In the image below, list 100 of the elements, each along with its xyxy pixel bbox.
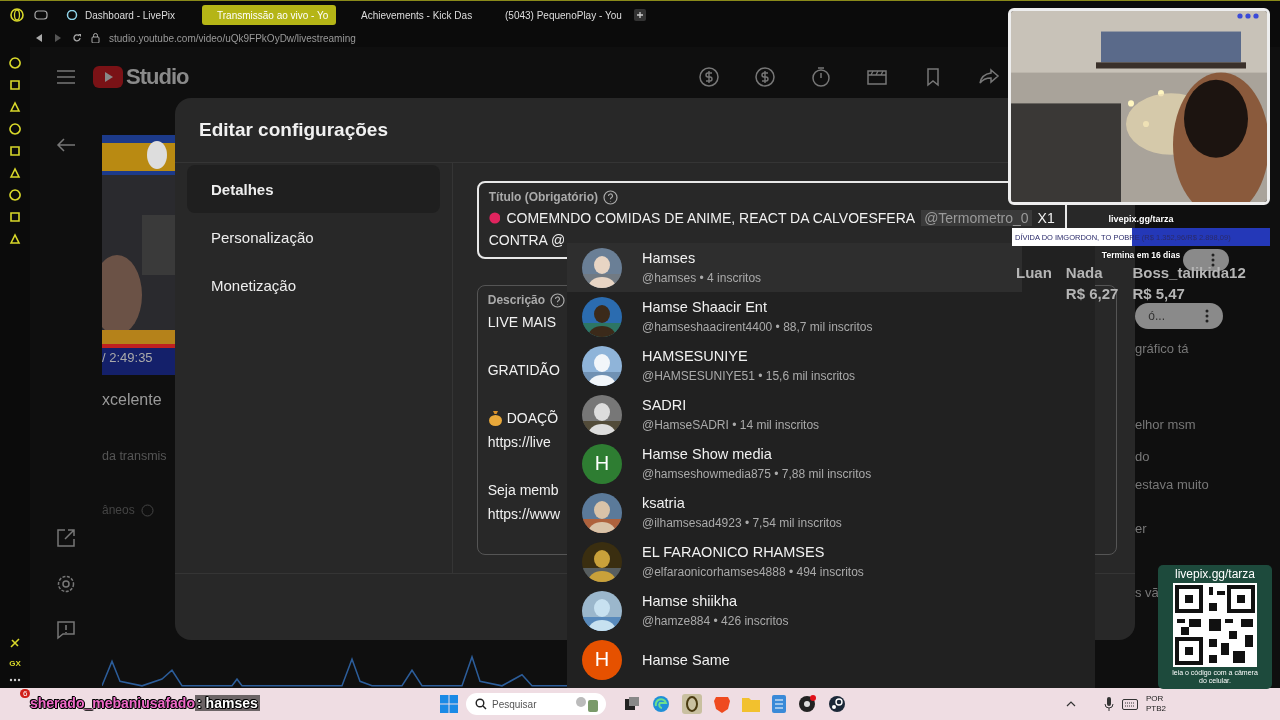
lock-icon <box>91 33 100 43</box>
browser-tab[interactable]: Achievements - Kick Das <box>346 5 480 25</box>
title-text: CONTRA @ <box>488 232 566 248</box>
suggestion-item[interactable]: HAMSESUNIYE @HAMSESUNIYE51 • 15,6 mil inscritos <box>567 341 1022 390</box>
settings-icon[interactable] <box>56 574 76 594</box>
channel-name: SADRI <box>642 397 688 413</box>
money-bag-icon <box>487 410 503 426</box>
suggestion-item[interactable]: EL FARAONICO RHAMSES @elfaraonicorhamses4888 • 494 inscritos <box>567 537 1022 586</box>
recording-app-icon[interactable] <box>798 695 816 713</box>
keyboard-layout-label[interactable]: PTB2 <box>1146 704 1166 714</box>
globe-icon <box>66 10 78 20</box>
suggestion-item[interactable]: Hamse shiikha @hamze884 • 426 inscritos <box>567 586 1022 635</box>
sidebar-app-icon[interactable] <box>9 101 21 113</box>
mention-chip: @Termometro_0 <box>921 210 1032 226</box>
suggestion-item[interactable]: Hamse Shaacir Ent @hamseshaacirent4400 • 88,7 mil inscritos <box>567 292 1022 341</box>
dollar-circle-icon[interactable] <box>754 66 776 88</box>
nav-item[interactable]: Personalização <box>187 213 440 261</box>
external-link-icon[interactable] <box>56 528 76 548</box>
sidebar-app-icon[interactable] <box>9 57 21 69</box>
suggestion-item[interactable]: H Hamse Show media @hamseshowmedia875 • 7,88 mil inscritos <box>567 439 1022 488</box>
section-heading: da transmis <box>102 449 168 463</box>
suggestion-item[interactable]: ksatria @ilhamsesad4923 • 7,54 mil inscritos <box>567 488 1022 537</box>
back-icon[interactable] <box>34 33 44 43</box>
channel-handle: @hamze884 • 426 inscritos <box>642 614 789 628</box>
chat-message: elhor msm <box>1135 417 1197 432</box>
donor-name: Nada <box>1065 263 1104 283</box>
description-text: DOAÇÕ <box>506 410 559 426</box>
back-arrow-icon[interactable] <box>56 137 76 153</box>
channel-name: Hamse Shaacir Ent <box>642 299 768 315</box>
play-logo-icon <box>93 66 123 88</box>
chat-message: s vã <box>1135 585 1160 600</box>
browser-tab[interactable]: Dashboard - LivePix <box>58 5 192 25</box>
kebab-icon[interactable] <box>1211 253 1215 267</box>
channel-name: Hamse shiikha <box>642 593 739 609</box>
reload-icon[interactable] <box>72 33 82 43</box>
chat-message: hamses <box>203 695 260 711</box>
channel-handle: @elfaraonicorhamses4888 • 494 inscritos <box>642 565 864 579</box>
chevron-up-icon[interactable] <box>1066 701 1076 707</box>
channel-handle: @hamses • 4 inscritos <box>642 271 762 285</box>
forward-icon[interactable] <box>53 33 63 43</box>
sidebar-app-icon[interactable] <box>9 211 21 223</box>
description-text: Seja memb <box>487 482 559 498</box>
sidebar-app-icon[interactable] <box>9 167 21 179</box>
sidebar-app-icon[interactable] <box>9 637 21 649</box>
sidebar-app-icon[interactable] <box>9 189 21 201</box>
task-view-icon[interactable] <box>624 696 640 712</box>
browser-tab[interactable]: (5043) PequenoPlay - You <box>490 5 624 25</box>
language-label[interactable]: POR <box>1146 694 1166 704</box>
channel-handle: @HamseSADRI • 14 mil inscritos <box>642 418 820 432</box>
address-bar[interactable]: studio.youtube.com/video/uQk9FPkOyDw/livestreaming <box>109 32 356 44</box>
search-field[interactable]: Pesquisar <box>466 693 606 715</box>
microphone-icon[interactable] <box>1104 697 1114 711</box>
search-icon <box>475 698 487 710</box>
channel-name: ksatria <box>642 495 686 511</box>
windows-start-icon[interactable] <box>440 695 458 713</box>
suggestion-item[interactable]: H Hamse Same <box>567 635 1022 684</box>
qr-site: livepix.gg/tarza <box>1174 567 1255 581</box>
donor-amount: R$ 5,47 <box>1132 284 1186 304</box>
chat-chip[interactable]: ó... <box>1135 303 1223 329</box>
sidebar-app-icon[interactable] <box>9 79 21 91</box>
description-text: LIVE MAIS <box>487 314 557 330</box>
sidebar-app-icon[interactable] <box>9 145 21 157</box>
feedback-icon[interactable] <box>56 620 76 640</box>
channel-handle: @hamseshowmedia875 • 7,88 mil inscritos <box>642 467 872 481</box>
description-text: https://www <box>487 506 561 522</box>
field-label: Descrição <box>487 293 546 307</box>
browser-logo-icon[interactable] <box>682 694 702 714</box>
field-label: Título (Obrigatório) <box>488 190 599 204</box>
nav-item[interactable]: Monetização <box>187 261 440 309</box>
browser-logo-icon[interactable] <box>10 8 24 22</box>
title-text: X1 <box>1037 210 1055 226</box>
description-text: https://live <box>487 434 551 450</box>
suggestion-item[interactable]: SADRI @HamseSADRI • 14 mil inscritos <box>567 390 1022 439</box>
gx-label[interactable]: GX <box>9 659 21 668</box>
goal-site: livepix.gg/tarza <box>1108 214 1174 224</box>
channel-name: HAMSESUNIYE <box>642 348 749 364</box>
avatar: H <box>582 639 622 680</box>
channel-name: Hamse Show media <box>642 446 773 462</box>
keyboard-icon[interactable] <box>1122 698 1138 710</box>
chat-message: do <box>1135 449 1151 464</box>
more-icon[interactable] <box>9 678 21 682</box>
dollar-circle-icon[interactable] <box>698 66 720 88</box>
edge-icon[interactable] <box>652 695 670 713</box>
channel-handle: @ilhamsesad4923 • 7,54 mil inscritos <box>642 516 842 530</box>
chat-separator: : <box>194 695 204 711</box>
timer-icon[interactable] <box>810 66 832 88</box>
sidebar-app-icon[interactable] <box>9 123 21 135</box>
channel-name: Hamse Same <box>642 651 730 668</box>
steam-icon[interactable] <box>828 695 846 713</box>
kebab-icon[interactable] <box>1205 309 1209 323</box>
new-tab-icon[interactable] <box>634 9 646 21</box>
goal-deadline: Termina em 16 dias <box>1101 250 1181 260</box>
studio-logo: Studio <box>126 64 189 90</box>
title-text: COMEMNDO COMIDAS DE ANIME, REACT DA CALVOESFERA <box>506 210 916 226</box>
sidebar-app-icon[interactable] <box>9 233 21 245</box>
chat-message: estava muito <box>1135 477 1210 492</box>
nav-item[interactable]: Detalhes <box>187 165 440 213</box>
menu-icon[interactable] <box>57 70 75 84</box>
video-duration: / 2:49:35 <box>102 350 153 365</box>
description-text: GRATIDÃO <box>487 362 560 378</box>
